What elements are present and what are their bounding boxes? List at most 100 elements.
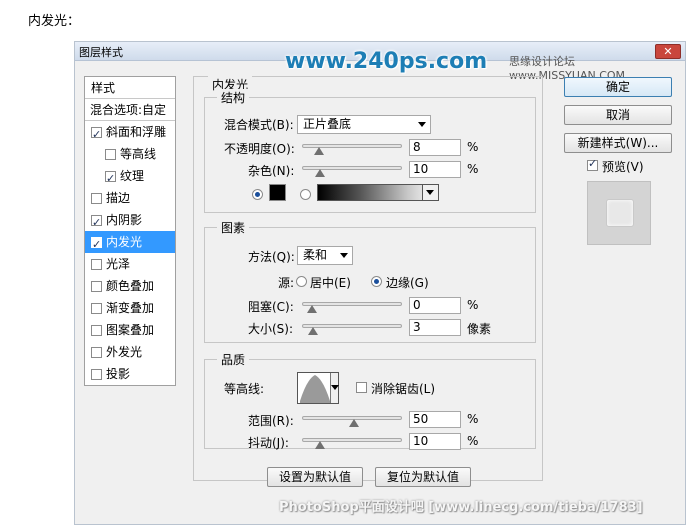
style-item-checkbox[interactable] [105,148,116,160]
styles-list: 样式 混合选项:自定 斜面和浮雕等高线纹理描边内阴影内发光光泽颜色叠加渐变叠加图… [84,76,176,386]
noise-slider-thumb[interactable] [315,169,326,177]
jitter-slider-thumb[interactable] [315,441,326,449]
choke-slider-thumb[interactable] [307,305,317,313]
size-label: 大小(S): [248,322,294,336]
site-watermark: www.240ps.com [285,49,488,74]
noise-unit: % [467,162,479,176]
glow-color-swatch[interactable] [269,184,286,201]
jitter-slider[interactable] [302,438,402,449]
opacity-input[interactable]: 8 [409,139,461,156]
contour-picker[interactable] [297,372,339,404]
reset-default-button[interactable]: 复位为默认值 [375,467,471,487]
style-item[interactable]: 等高线 [85,143,175,165]
source-edge-radio[interactable] [371,276,382,287]
choke-unit: % [467,298,479,312]
style-item[interactable]: 外发光 [85,341,175,363]
style-item-checkbox[interactable] [91,124,102,146]
size-slider-thumb[interactable] [308,327,318,335]
blend-mode-select[interactable]: 正片叠底 [297,115,431,134]
size-unit: 像素 [467,322,492,336]
blend-mode-label: 混合模式(B): [224,118,294,132]
page-heading: 内发光： [28,14,81,29]
style-item-checkbox[interactable] [91,368,102,380]
source-center-label: 居中(E) [310,276,351,290]
style-item-checkbox[interactable] [91,212,102,234]
bottom-watermark: PhotoShop平面设计吧 [www.linecg.com/tieba/178… [279,500,643,515]
style-item[interactable]: 渐变叠加 [85,297,175,319]
method-select[interactable]: 柔和 [297,246,353,265]
source-center-radio[interactable] [296,276,307,287]
preview-checkbox[interactable] [587,157,598,171]
antialias-checkbox[interactable] [356,382,367,393]
method-label: 方法(Q): [248,250,295,264]
inner-glow-panel: 内发光 结构 混合模式(B): 正片叠底 不透明度(O): 8 % 杂色(N):… [193,76,543,487]
style-item-checkbox[interactable] [105,168,116,190]
blend-mode-value: 正片叠底 [303,117,352,131]
style-item-checkbox[interactable] [91,192,102,204]
style-item-checkbox[interactable] [91,324,102,336]
preview-label: 预览(V) [602,160,644,174]
set-default-button[interactable]: 设置为默认值 [267,467,363,487]
opacity-slider[interactable] [302,144,402,155]
size-input[interactable]: 3 [409,319,461,336]
style-item-checkbox[interactable] [91,346,102,358]
jitter-unit: % [467,434,479,448]
style-preview [587,181,651,245]
structure-group: 结构 混合模式(B): 正片叠底 不透明度(O): 8 % 杂色(N): 10 … [204,89,536,213]
style-item-checkbox[interactable] [91,258,102,270]
quality-group: 品质 等高线: 消除锯齿(L) 范围(R): 50 % 抖动(J): 10 % [204,351,536,450]
gradient-dropdown[interactable] [422,185,438,200]
range-input[interactable]: 50 [409,411,461,428]
style-item[interactable]: 光泽 [85,253,175,275]
style-item[interactable]: 描边 [85,187,175,209]
cancel-button[interactable]: 取消 [564,105,672,125]
style-item[interactable]: 颜色叠加 [85,275,175,297]
elements-title: 图素 [217,219,250,236]
opacity-unit: % [467,140,479,154]
style-item-checkbox[interactable] [91,280,102,292]
styles-header[interactable]: 样式 [85,77,175,99]
new-style-button[interactable]: 新建样式(W)... [564,133,672,153]
noise-slider[interactable] [302,166,402,177]
preview-swatch [606,199,634,227]
contour-label: 等高线: [224,382,265,396]
elements-group: 图素 方法(Q): 柔和 源: 居中(E) 边缘(G) 阻塞(C): 0 % 大… [204,219,536,343]
choke-label: 阻塞(C): [248,300,294,314]
gradient-picker[interactable] [317,184,439,201]
range-slider[interactable] [302,416,402,427]
style-item-label: 颜色叠加 [106,279,155,293]
style-item-checkbox[interactable] [91,302,102,314]
source-edge-label: 边缘(G) [386,276,429,290]
noise-label: 杂色(N): [248,164,295,178]
style-item[interactable]: 斜面和浮雕 [85,121,175,146]
opacity-slider-thumb[interactable] [313,147,324,155]
choke-slider[interactable] [302,302,402,313]
size-slider[interactable] [302,324,402,335]
gradient-radio[interactable] [300,189,311,200]
style-item-label: 外发光 [106,345,143,359]
style-item-label: 纹理 [120,169,145,183]
style-item[interactable]: 图案叠加 [85,319,175,341]
style-item-label: 渐变叠加 [106,301,155,315]
chevron-down-icon [418,122,426,127]
jitter-label: 抖动(J): [248,436,289,450]
noise-input[interactable]: 10 [409,161,461,178]
ok-button[interactable]: 确定 [564,77,672,97]
style-item-checkbox[interactable] [91,234,102,256]
chevron-down-icon [340,253,348,258]
style-item-label: 内发光 [106,235,143,249]
style-item[interactable]: 内发光 [85,231,175,256]
dialog-title: 图层样式 [79,46,123,59]
structure-title: 结构 [217,89,250,106]
contour-dropdown[interactable] [330,373,339,403]
jitter-input[interactable]: 10 [409,433,461,450]
choke-input[interactable]: 0 [409,297,461,314]
style-item-label: 等高线 [120,147,157,161]
color-radio[interactable] [252,189,263,200]
range-slider-thumb[interactable] [349,419,359,427]
style-item[interactable]: 投影 [85,363,175,385]
style-item[interactable]: 纹理 [85,165,175,190]
blending-options-item[interactable]: 混合选项:自定 [85,99,175,121]
contour-curve-icon [300,375,330,403]
style-item[interactable]: 内阴影 [85,209,175,234]
